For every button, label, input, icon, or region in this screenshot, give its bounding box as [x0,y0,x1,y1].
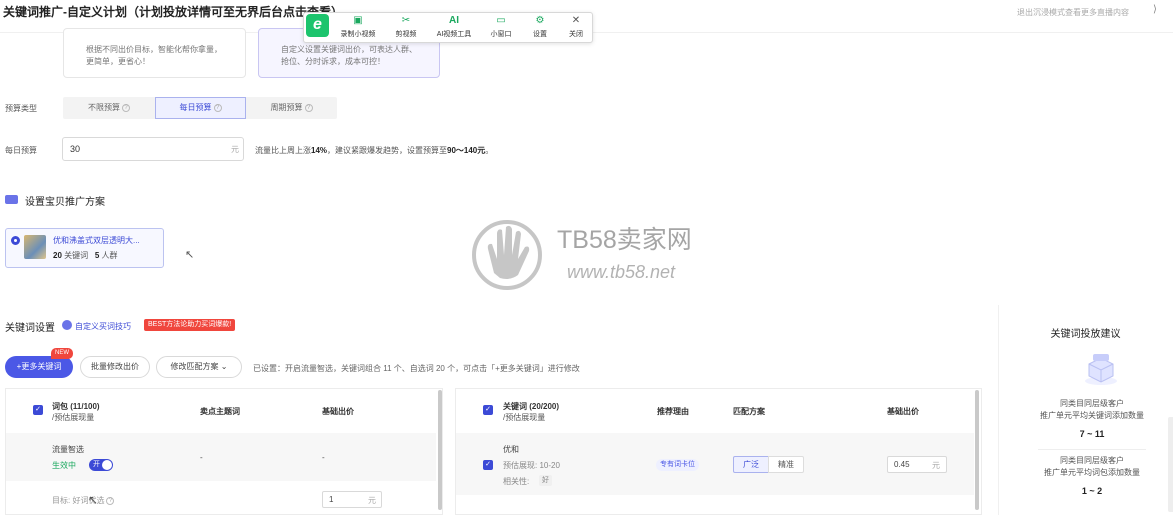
best-method-tag[interactable]: BEST方法论助力买词爆款! [144,319,236,331]
left-table-scrollbar[interactable] [438,390,442,510]
right-table-scrollbar[interactable] [975,390,979,510]
item-radio[interactable] [11,236,20,245]
keyword-bid-unit: 元 [932,461,940,470]
keyword-relevance-label: 相关性: [503,477,530,486]
help-icon: ? [122,103,130,112]
keyword-bid-col-header: 基础出价 [887,407,919,416]
item-name[interactable]: 优和沸盖式双层透明大... [53,235,140,246]
pack-name: 流量智选 [52,445,84,454]
budget-type-label: 预算类型 [5,104,37,113]
keyword-row-checkbox[interactable]: ✓ [483,460,493,470]
daily-budget-unit: 元 [231,145,239,154]
advice-title: 关键词投放建议 [1050,329,1121,340]
close-icon: ✕ [571,15,581,26]
batch-bid-button[interactable]: 批量修改出价 [80,356,150,378]
item-section-title: 设置宝贝推广方案 [25,197,105,208]
app-root: 关键词推广-自定义计划（计划投放详情可至无界后台点击查看） 退出沉浸模式查看更多… [0,0,1173,515]
ai-video-tool-button[interactable]: AI AI视频工具 [434,15,474,39]
record-video-button[interactable]: ▣ 录制小视频 [338,15,378,39]
collapse-icon[interactable]: ⟩ [1153,4,1157,15]
watermark-hand-icon [472,220,542,290]
reason-tag: 专有词卡位 [656,459,699,471]
budget-option-unlimited[interactable]: 不限预算? [63,97,155,119]
match-broad-button[interactable]: 广泛 [733,456,769,473]
advice-block1-text: 同类目同层级客户 推广单元平均关键词添加数量 [1040,399,1144,420]
cut-video-button[interactable]: ✂ 剪视频 [386,15,426,39]
help-icon: ? [213,103,222,112]
scissors-icon: ✂ [401,15,411,26]
status-badge: 生效中 [52,461,76,470]
pack-toggle[interactable]: 开 [89,459,113,471]
table-row [6,433,436,481]
budget-option-period[interactable]: 周期预算? [246,97,337,119]
keyword-col-header: 关键词 (20/200)/预估展现量 [503,402,560,422]
video-record-icon: ▣ [353,15,363,26]
item-meta: 20 关键词 5 人群 [53,251,118,260]
match-col-header: 匹配方案 [733,407,765,416]
match-exact-button[interactable]: 精准 [768,456,804,473]
keyword-text: 优和 [503,445,519,454]
settings-button[interactable]: ⚙ 设置 [520,15,560,39]
custom-plan-desc: 自定义设置关键词出价，可表达人群、 抢位、分时诉求，成本可控！ [281,45,417,66]
daily-budget-input[interactable] [62,137,244,161]
reason-col-header: 推荐理由 [657,407,689,416]
advice-divider [1038,449,1146,450]
ai-icon: AI [449,15,459,26]
theme-col-header: 卖点主题词 [200,407,240,416]
advice-block1-value: 7 ~ 11 [1079,429,1105,439]
select-all-checkbox[interactable]: ✓ [33,405,43,415]
exit-immersive-link[interactable]: 退出沉浸模式查看更多直播内容 [1017,7,1129,18]
pack-col-header: 词包 (11/100)/预估展现量 [52,402,100,422]
target-label: 目标: 好词优选? [52,495,115,506]
mouse-cursor-icon: ↖ [185,249,195,261]
budget-suggestion: 流量比上周上涨14%，建议紧跟爆发趋势，设置预算至90～140元。 [255,146,494,155]
keyword-tip-link[interactable]: 自定义买词技巧 [75,321,131,332]
advice-block2-value: 1 ~ 2 [1081,486,1103,496]
section-icon [5,195,18,204]
budget-option-daily[interactable]: 每日预算? [155,97,246,119]
watermark-brand: TB58卖家网 [557,226,692,254]
bid-col-header: 基础出价 [322,407,354,416]
side-drawer-tab[interactable] [1168,417,1173,512]
mouse-cursor-icon: ↖ [88,493,99,507]
tv-icon: ▭ [496,15,506,26]
select-all-keywords-checkbox[interactable]: ✓ [483,405,493,415]
app-logo-icon: e [306,14,329,37]
item-thumbnail [24,235,46,259]
server-illustration-icon [1085,354,1117,385]
keyword-bid-value: 0.45 [894,460,910,469]
pack-bid-value: 1 [329,495,334,504]
match-plan-button[interactable]: 修改匹配方案 ⌄ [156,356,242,378]
chevron-down-icon: ⌄ [220,362,228,371]
keyword-section-title: 关键词设置 [5,323,55,334]
new-badge: NEW [51,348,73,359]
pack-bid-unit: 元 [368,496,376,505]
relevance-badge: 好 [539,475,552,486]
keyword-set-info: 已设置：开启流量智选，关键词组合 11 个、自选词 20 个，可点击「+更多关键… [253,364,580,373]
help-icon: ? [106,496,115,505]
tip-icon [62,320,72,330]
watermark-url: www.tb58.net [567,262,676,282]
theme-dash: - [200,453,203,462]
advice-block2-text: 同类目同层级客户 推广单元平均词包添加数量 [1044,456,1140,477]
page-title: 关键词推广-自定义计划（计划投放详情可至无界后台点击查看） [3,5,343,19]
gear-icon: ⚙ [535,15,545,26]
smart-plan-desc: 根据不同出价目标，智能化帮你拿量， 更简单，更省心！ [86,45,222,66]
mini-window-button[interactable]: ▭ 小窗口 [481,15,521,39]
add-keywords-button[interactable]: +更多关键词 [5,356,73,378]
keyword-estimate: 预估展现: 10-20 [503,461,560,470]
daily-budget-value: 30 [70,144,81,154]
daily-budget-label: 每日预算 [5,146,37,155]
help-icon: ? [304,103,313,112]
toolbar-close-button[interactable]: ✕ 关闭 [556,15,596,39]
bid-dash: - [322,453,325,462]
